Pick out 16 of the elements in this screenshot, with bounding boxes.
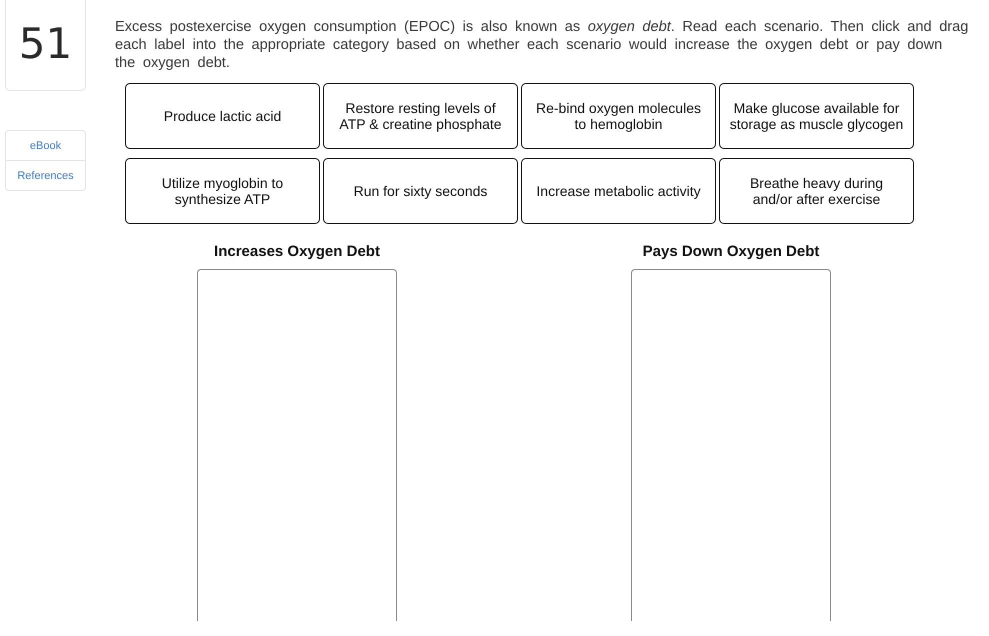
draggable-label[interactable]: Re-bind oxygen molecules to hemoglobin xyxy=(521,83,716,149)
draggable-label[interactable]: Run for sixty seconds xyxy=(323,158,518,224)
draggable-label[interactable]: Restore resting levels of ATP & creatine phosphate xyxy=(323,83,518,149)
draggable-label[interactable]: Utilize myoglobin to synthesize ATP xyxy=(125,158,320,224)
draggable-label[interactable]: Make glucose available for storage as muscle glycogen xyxy=(719,83,914,149)
drop-zone[interactable] xyxy=(197,269,397,621)
draggable-label[interactable]: Increase metabolic activity xyxy=(521,158,716,224)
resource-link[interactable]: References xyxy=(6,160,85,190)
draggable-label[interactable]: Breathe heavy during and/or after exercise xyxy=(719,158,914,224)
question-text: Excess postexercise oxygen consumption (EPOC) is also known as oxygen debt. Read each scenario. Then click and drag each label into the appropriate category based on whether each scenario would increase the oxygen debt or pay down the oxygen debt. xyxy=(115,18,969,72)
draggable-label[interactable]: Produce lactic acid xyxy=(125,83,320,149)
question-number: 51 xyxy=(5,0,86,91)
drop-zone[interactable] xyxy=(631,269,831,621)
category-title: Pays Down Oxygen Debt xyxy=(642,243,820,261)
resource-link[interactable]: eBook xyxy=(6,131,85,160)
category-title: Increases Oxygen Debt xyxy=(214,243,380,261)
